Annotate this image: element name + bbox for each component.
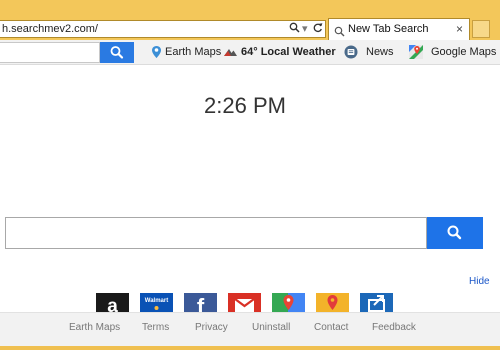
close-icon[interactable]: × xyxy=(456,22,463,36)
quick-link-maps[interactable] xyxy=(316,293,349,313)
toolbar-link-label: Earth Maps xyxy=(165,46,222,58)
toolbar-link-label: 64° Local Weather xyxy=(241,46,336,58)
footer-link-contact[interactable]: Contact xyxy=(314,322,348,333)
svg-text:Walmart: Walmart xyxy=(145,298,168,304)
dropdown-icon[interactable]: ▾ xyxy=(302,22,308,35)
toolbar-link-label: Google Maps xyxy=(431,46,497,58)
new-tab-button[interactable] xyxy=(472,20,490,38)
gmail-icon xyxy=(234,298,255,313)
search-icon xyxy=(447,225,462,240)
browser-chrome: h.searchmev2.com/ ▾ New Tab Search × xyxy=(0,0,500,40)
toolbar-link-label: News xyxy=(366,46,394,58)
footer-link-earth-maps[interactable]: Earth Maps xyxy=(69,322,120,333)
toolbar-search-button[interactable] xyxy=(100,42,134,63)
svg-text:a: a xyxy=(107,296,118,313)
main-search-input[interactable] xyxy=(5,217,427,249)
toolbar-search-input[interactable] xyxy=(0,42,100,63)
quick-link-google-maps-pins[interactable] xyxy=(272,293,305,313)
page: Earth Maps 64° Local Weather News Google… xyxy=(0,40,500,346)
footer-link-terms[interactable]: Terms xyxy=(142,322,169,333)
quick-link-walmart[interactable]: Walmart xyxy=(140,293,173,313)
search-icon xyxy=(110,46,124,59)
main-search-button[interactable] xyxy=(427,217,483,249)
footer: Earth Maps Terms Privacy Uninstall Conta… xyxy=(0,312,500,346)
tab-new-tab-search[interactable]: New Tab Search × xyxy=(328,18,470,40)
window-bottom-border xyxy=(0,346,500,350)
extension-toolbar: Earth Maps 64° Local Weather News Google… xyxy=(0,40,500,65)
footer-link-privacy[interactable]: Privacy xyxy=(195,322,228,333)
address-text[interactable]: h.searchmev2.com/ xyxy=(2,23,98,35)
google-maps-icon xyxy=(409,45,423,62)
quick-link-share[interactable] xyxy=(360,293,393,313)
quick-link-gmail[interactable] xyxy=(228,293,261,313)
news-icon xyxy=(344,45,358,62)
map-pin-icon xyxy=(327,295,338,310)
address-bar[interactable]: h.searchmev2.com/ ▾ xyxy=(0,20,326,38)
refresh-icon[interactable] xyxy=(313,22,323,36)
hide-link[interactable]: Hide xyxy=(469,276,490,287)
search-icon[interactable] xyxy=(289,22,300,36)
amazon-icon: a xyxy=(107,296,118,313)
footer-link-feedback[interactable]: Feedback xyxy=(372,322,416,333)
footer-link-uninstall[interactable]: Uninstall xyxy=(252,322,290,333)
svg-text:f: f xyxy=(197,294,205,313)
clock: 2:26 PM xyxy=(204,93,286,118)
earth-maps-icon xyxy=(150,45,163,62)
quick-link-amazon[interactable]: a xyxy=(96,293,129,313)
walmart-icon: Walmart xyxy=(145,298,168,310)
tab-label: New Tab Search xyxy=(348,23,429,35)
search-favicon-icon xyxy=(334,24,345,37)
quick-link-facebook[interactable]: f xyxy=(184,293,217,313)
weather-icon xyxy=(222,45,238,62)
facebook-icon: f xyxy=(197,294,205,313)
maps-pins-icon xyxy=(272,293,305,313)
share-icon xyxy=(368,295,385,312)
